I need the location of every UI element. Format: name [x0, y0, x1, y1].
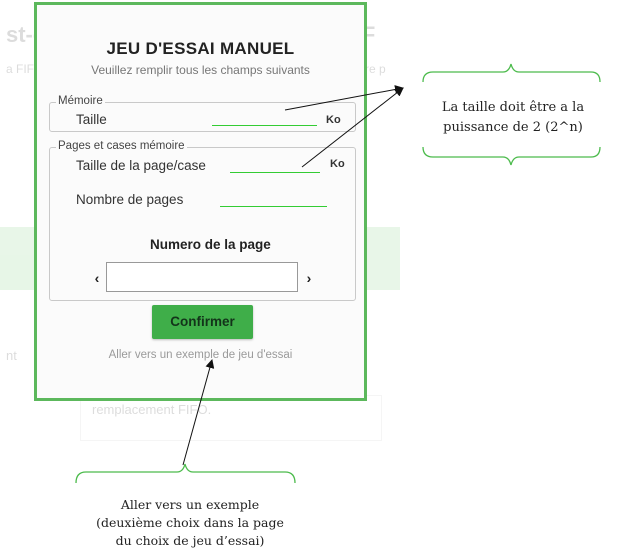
size-arrow — [284, 85, 404, 111]
annotation-overlay — [75, 63, 601, 484]
page-size-arrow — [301, 87, 404, 168]
note-top-bracket — [422, 63, 601, 83]
note-bottom-bracket — [422, 146, 601, 166]
size-note: La taille doit être a la puissance de 2 … — [441, 100, 585, 135]
example-arrow — [182, 359, 215, 466]
example-note: Aller vers un exemple (deuxième choix da… — [75, 496, 305, 550]
example-note-line: (deuxième choix dans la page — [96, 515, 284, 530]
example-note-bracket — [75, 463, 296, 484]
example-note-line: Aller vers un exemple — [120, 497, 260, 512]
example-note-line: du choix de jeu d’essai) — [115, 533, 265, 548]
